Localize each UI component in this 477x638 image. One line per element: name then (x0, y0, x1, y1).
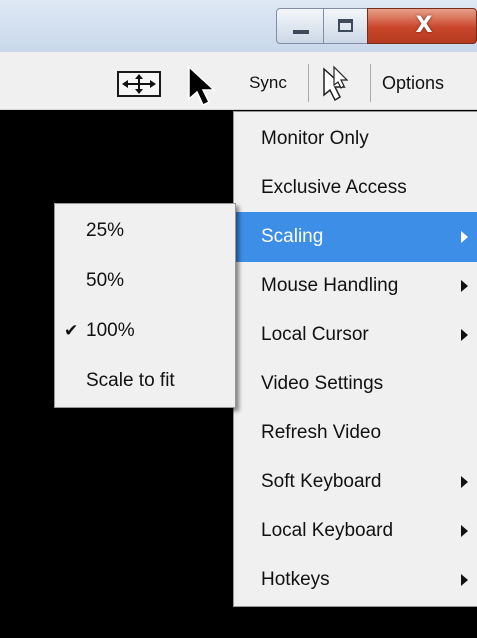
submenu-arrow-icon (461, 329, 468, 341)
menu-item-label: Video Settings (261, 373, 384, 394)
submenu-arrow-icon (461, 574, 468, 586)
menu-item-label: Local Keyboard (261, 520, 394, 541)
toolbar-separator (370, 64, 371, 102)
menu-item-label: Scaling (261, 226, 324, 247)
menu-item-soft-keyboard[interactable]: Soft Keyboard (234, 457, 477, 507)
close-icon: X (415, 13, 433, 38)
arrow-cursor-button[interactable] (185, 65, 225, 109)
fit-to-window-button[interactable] (117, 71, 161, 97)
menu-item-label: Exclusive Access (261, 177, 407, 198)
menu-item-label: Monitor Only (261, 128, 369, 149)
hollow-cursor-icon (323, 65, 349, 102)
maximize-icon (338, 19, 353, 32)
menu-item-label: Mouse Handling (261, 275, 399, 296)
scaling-option-label: 50% (86, 270, 125, 291)
submenu-arrow-icon (461, 280, 468, 292)
menu-item-refresh-video[interactable]: Refresh Video (234, 408, 477, 458)
scaling-option-label: 100% (86, 320, 135, 341)
menu-item-scaling[interactable]: Scaling (234, 212, 477, 262)
scaling-option-label: 25% (86, 220, 125, 241)
scaling-option-25[interactable]: 25% (55, 206, 235, 256)
menu-item-monitor-only[interactable]: Monitor Only (234, 114, 477, 164)
menu-item-hotkeys[interactable]: Hotkeys (234, 555, 477, 605)
title-bar: X (0, 0, 477, 52)
sync-button[interactable]: Sync (232, 66, 304, 100)
checkmark-icon: ✔ (64, 321, 79, 341)
toolbar: Sync Options (0, 52, 477, 110)
options-dropdown-menu: Monitor Only Exclusive Access Scaling Mo… (233, 111, 477, 607)
submenu-arrow-icon (461, 476, 468, 488)
menu-item-label: Local Cursor (261, 324, 369, 345)
scaling-option-label: Scale to fit (86, 370, 175, 391)
scaling-submenu: 25% 50% ✔ 100% Scale to fit (54, 203, 236, 408)
scaling-option-100[interactable]: ✔ 100% (55, 306, 235, 356)
menu-item-label: Soft Keyboard (261, 471, 382, 492)
menu-item-label: Refresh Video (261, 422, 382, 443)
menu-item-exclusive-access[interactable]: Exclusive Access (234, 163, 477, 213)
close-button[interactable]: X (367, 8, 477, 44)
options-menu-button[interactable]: Options (372, 66, 477, 100)
kvm-viewer-window: X Sync Options Monitor Only Exclusive Ac… (0, 0, 477, 638)
menu-item-mouse-handling[interactable]: Mouse Handling (234, 261, 477, 311)
arrow-cursor-icon (188, 65, 216, 107)
hide-cursor-button[interactable] (312, 64, 368, 104)
scaling-option-scale-to-fit[interactable]: Scale to fit (55, 356, 235, 406)
fit-to-window-icon (122, 74, 156, 94)
maximize-button[interactable] (323, 8, 368, 44)
menu-item-local-cursor[interactable]: Local Cursor (234, 310, 477, 360)
minimize-button[interactable] (276, 8, 324, 44)
scaling-option-50[interactable]: 50% (55, 256, 235, 306)
menu-item-label: Hotkeys (261, 569, 330, 590)
toolbar-separator (308, 64, 309, 102)
submenu-arrow-icon (461, 231, 468, 243)
submenu-arrow-icon (461, 525, 468, 537)
menu-item-video-settings[interactable]: Video Settings (234, 359, 477, 409)
menu-item-local-keyboard[interactable]: Local Keyboard (234, 506, 477, 556)
minimize-icon (293, 30, 309, 34)
